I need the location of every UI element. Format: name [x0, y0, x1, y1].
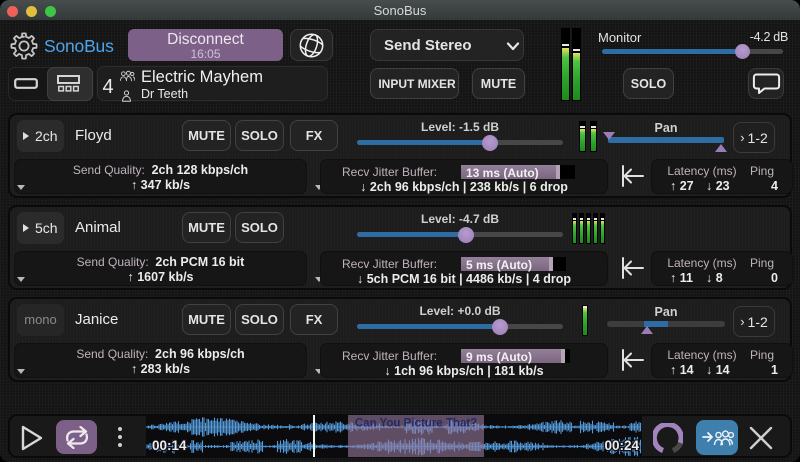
svg-text:00:24: 00:24	[604, 438, 639, 453]
svg-text:Can You Picture That?: Can You Picture That?	[355, 418, 477, 430]
svg-text:00:14: 00:14	[152, 438, 187, 453]
